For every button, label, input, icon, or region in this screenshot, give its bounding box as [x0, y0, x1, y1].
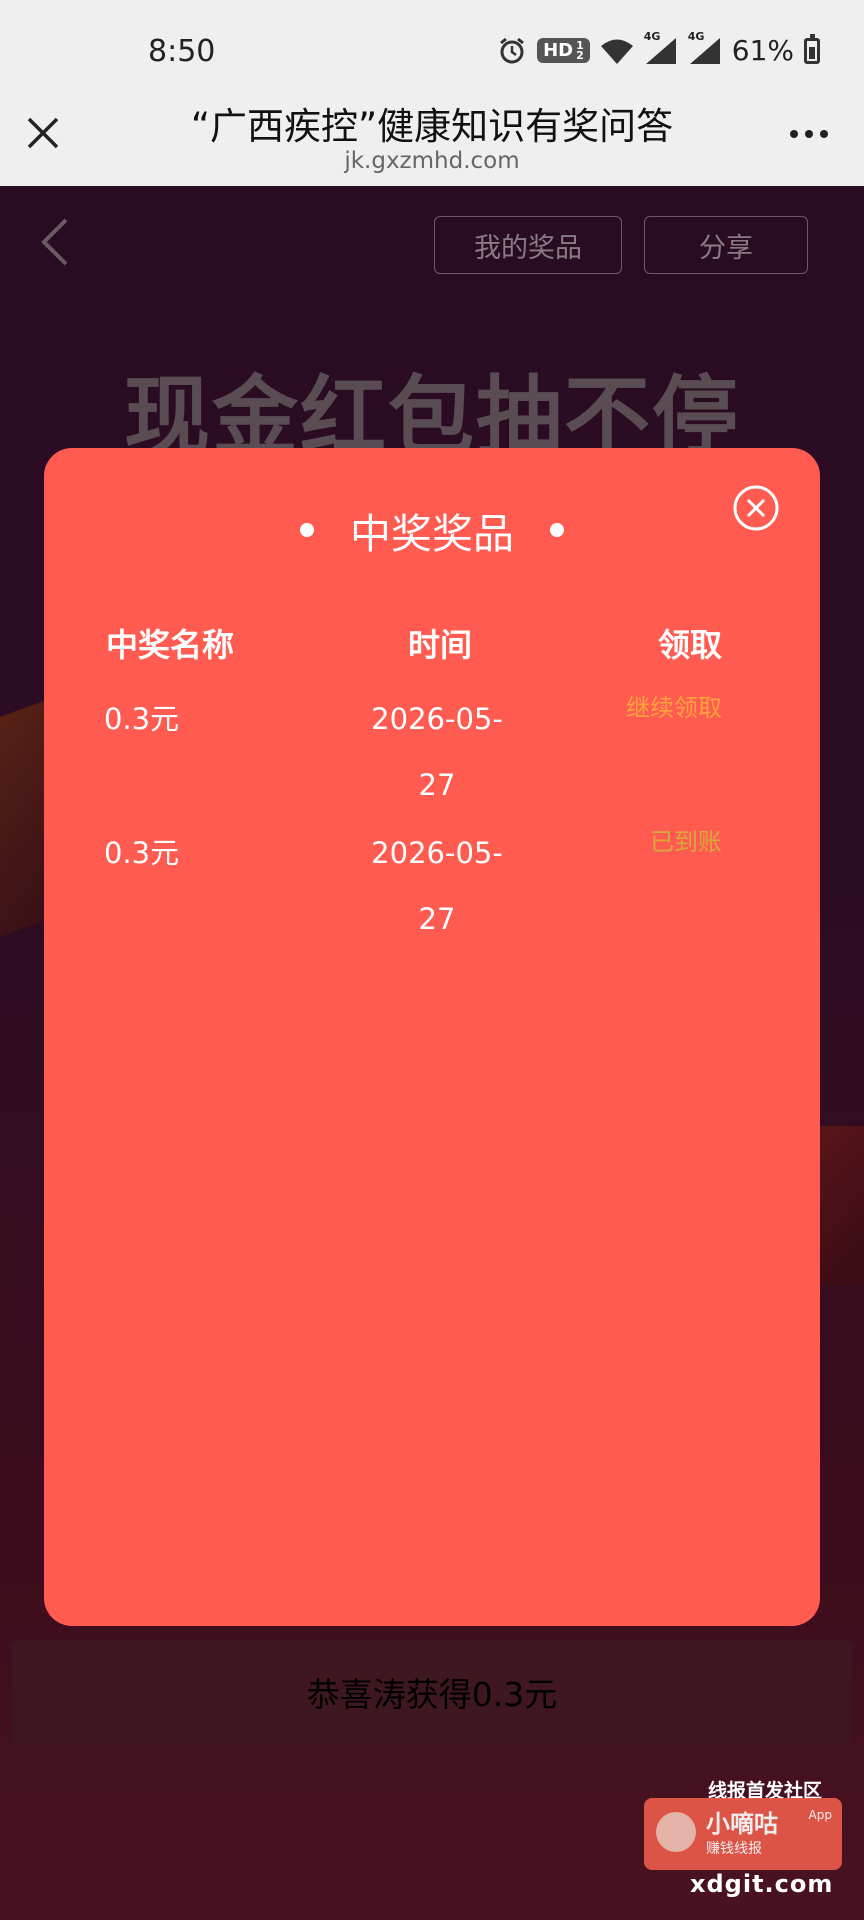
battery-icon	[804, 33, 820, 64]
prize-row: 0.3元 2026-05-27 已到账	[44, 820, 820, 954]
hd-label: HD	[543, 40, 574, 61]
column-header-name: 中奖名称	[106, 626, 235, 664]
my-prizes-button[interactable]: 我的奖品	[434, 216, 622, 274]
page: 8:50 HD 1 2 4G 4G 61% “广西疾控”健康知识有奖问答 jk.…	[0, 0, 864, 1920]
browser-header: “广西疾控”健康知识有奖问答 jk.gxzmhd.com	[0, 86, 864, 186]
modal-title: 中奖奖品	[44, 500, 820, 560]
prize-modal: 中奖奖品 中奖名称 时间 领取 0.3元 2026-05-27 继续领取 0.3…	[44, 448, 820, 1626]
signal-icon-2: 4G	[688, 30, 722, 66]
continue-claim-link[interactable]: 继续领取	[626, 690, 722, 726]
congrats-message: 恭喜涛获得0.3元	[12, 1640, 852, 1744]
hd-fraction-bottom: 2	[576, 48, 584, 62]
prize-name: 0.3元	[104, 702, 180, 736]
claim-status-arrived: 已到账	[650, 828, 722, 856]
status-time: 8:50	[148, 34, 216, 69]
prize-time: 2026-05-27	[371, 836, 503, 936]
status-icons: HD 1 2 4G 4G 61%	[497, 30, 820, 67]
watermark-app: App	[808, 1808, 832, 1822]
page-url: jk.gxzmhd.com	[344, 148, 520, 174]
back-arrow-icon[interactable]	[36, 216, 72, 268]
battery-percent: 61%	[731, 34, 794, 67]
title-dot-left	[300, 523, 314, 537]
modal-title-text: 中奖奖品	[350, 510, 514, 558]
more-icon[interactable]	[790, 130, 828, 138]
share-button[interactable]: 分享	[644, 216, 808, 274]
page-title: “广西疾控”健康知识有奖问答	[190, 105, 674, 148]
prize-row: 0.3元 2026-05-27 继续领取	[44, 686, 820, 820]
column-header-time: 时间	[408, 626, 473, 664]
signal-icon-1: 4G	[644, 30, 678, 66]
watermark-domain: xdgit.com	[690, 1870, 834, 1898]
watermark-logo: 小嘀咕 App 赚钱线报	[644, 1798, 842, 1870]
prize-time: 2026-05-27	[371, 702, 503, 802]
prize-name: 0.3元	[104, 836, 180, 870]
modal-close-icon[interactable]	[732, 484, 780, 532]
watermark-brand: 小嘀咕	[706, 1810, 778, 1838]
hd-voice-icon: HD 1 2	[537, 38, 590, 63]
column-header-claim: 领取	[658, 626, 723, 664]
alarm-icon	[500, 37, 525, 63]
mascot-icon	[656, 1812, 696, 1852]
signal-1-label: 4G	[643, 29, 661, 43]
signal-2-label: 4G	[687, 29, 705, 43]
watermark-sub: 赚钱线报	[706, 1841, 762, 1857]
title-dot-right	[550, 523, 564, 537]
wifi-icon	[600, 39, 633, 64]
hd-fraction: 1 2	[576, 40, 584, 62]
